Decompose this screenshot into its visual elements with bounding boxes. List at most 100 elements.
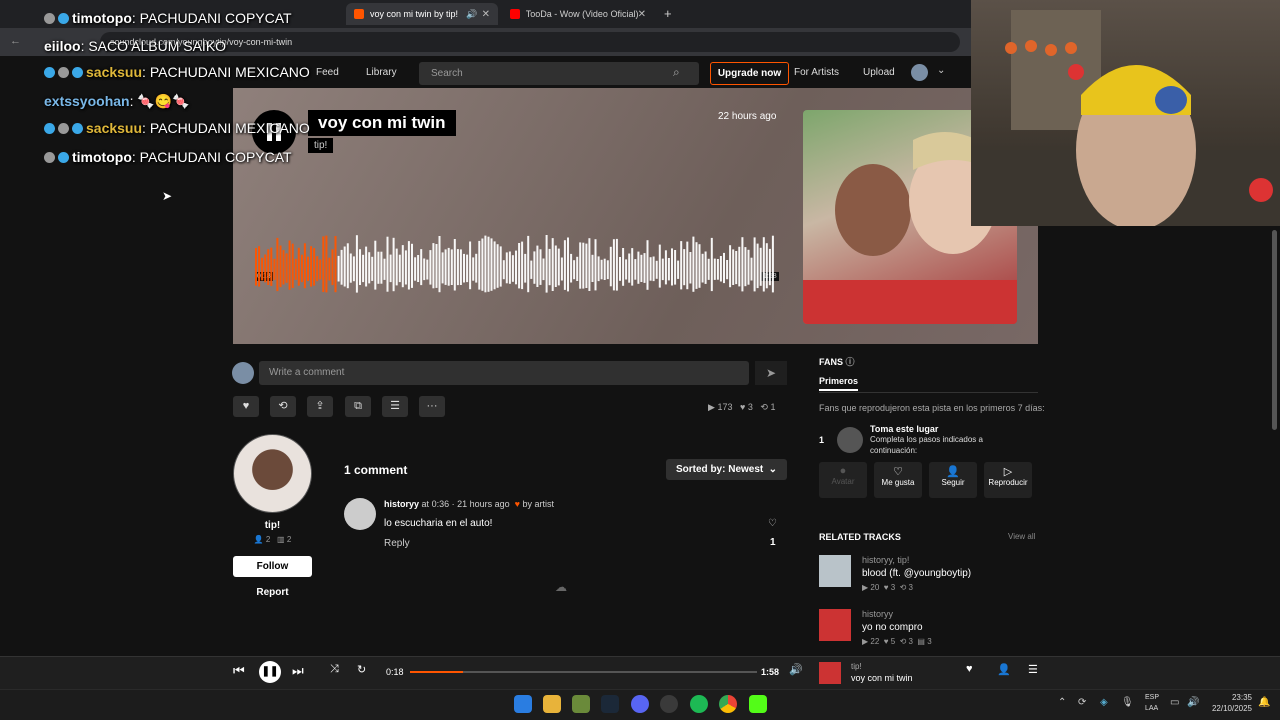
clock-time[interactable]: 23:35 <box>1220 693 1252 702</box>
waveform-bar <box>423 258 426 281</box>
chrome-icon[interactable] <box>719 695 737 713</box>
report-button[interactable]: Report <box>233 587 312 598</box>
track-artist-link[interactable]: tip! <box>308 138 334 153</box>
new-tab-button[interactable]: + <box>664 6 672 21</box>
player-artist[interactable]: tip! <box>851 662 862 671</box>
language-indicator-1[interactable]: ESP <box>1145 694 1159 701</box>
send-icon[interactable]: ➤ <box>755 361 787 385</box>
next-icon[interactable]: ⏭ <box>292 663 304 679</box>
page-scrollbar[interactable] <box>1272 230 1277 430</box>
close-tab-icon[interactable]: ✕ <box>638 9 646 20</box>
back-icon[interactable]: ← <box>10 35 21 47</box>
copy-link-button[interactable]: ⧉ <box>345 396 371 417</box>
badge-icon <box>44 152 55 163</box>
player-thumb[interactable] <box>819 662 841 684</box>
waveform-bar <box>716 259 719 280</box>
chevron-down-icon[interactable]: ⌄ <box>937 65 945 76</box>
language-indicator-2[interactable]: LAA <box>1145 705 1158 712</box>
player-like-icon[interactable]: ♥ <box>966 663 973 675</box>
clock-date[interactable]: 22/10/2025 <box>1205 704 1252 713</box>
queue-icon[interactable]: ☰ <box>1028 663 1038 676</box>
like-button[interactable]: ♥ <box>233 396 259 417</box>
reply-button[interactable]: Reply <box>384 538 410 549</box>
minecraft-icon[interactable] <box>572 695 590 713</box>
related-track-item[interactable]: historyy, tip! blood (ft. @youngboytip) … <box>819 555 1039 595</box>
view-all-link[interactable]: View all <box>1008 532 1035 541</box>
tab-youtube[interactable]: TooDa - Wow (Video Oficial) - Y ✕ <box>502 3 654 25</box>
tray-chevron-up-icon[interactable]: ⌃ <box>1058 697 1066 708</box>
close-tab-icon[interactable]: ✕ <box>482 9 490 20</box>
url-field[interactable]: soundcloud.com/youngboytip/voy-con-mi-tw… <box>100 32 960 52</box>
search-input[interactable]: Search <box>419 62 699 85</box>
more-button[interactable]: ··· <box>419 396 445 417</box>
tray-network-icon[interactable]: ▭ <box>1170 697 1179 708</box>
waveform-bar <box>548 248 551 286</box>
steam-icon[interactable] <box>601 695 619 713</box>
waveform-bar <box>664 250 667 285</box>
waveform-bar <box>603 258 606 280</box>
notification-bell-icon[interactable]: 🔔 <box>1258 697 1270 708</box>
tray-sync-icon[interactable]: ⟳ <box>1078 697 1086 708</box>
uploader-name[interactable]: tip! <box>233 520 312 531</box>
waveform-bar <box>527 235 530 293</box>
waveform-bar <box>591 254 594 282</box>
kick-icon[interactable] <box>749 695 767 713</box>
tray-mic-icon[interactable]: 🎙 <box>1121 697 1134 708</box>
waveform[interactable] <box>255 235 775 300</box>
waveform-bar <box>686 241 689 290</box>
player-title[interactable]: voy con mi twin <box>851 673 913 683</box>
file-explorer-icon[interactable] <box>543 695 561 713</box>
waveform-bar <box>368 252 371 284</box>
share-button[interactable]: ⇪ <box>307 396 333 417</box>
comment-input[interactable]: Write a comment <box>259 361 749 385</box>
previous-icon[interactable]: ⏮ <box>233 663 245 679</box>
uploader-counts: 👤 2 ▥ 2 <box>253 535 292 544</box>
related-track-item[interactable]: historyy yo no compro ▶ 22 ♥ 5 ⟲ 3 ▤ 3 <box>819 609 1039 649</box>
waveform-bar <box>524 253 527 283</box>
app-icon[interactable] <box>660 695 678 713</box>
fan-action-follow[interactable]: 👤 Seguir <box>929 462 977 498</box>
nav-for-artists[interactable]: For Artists <box>794 67 839 78</box>
player-follow-icon[interactable]: 👤 <box>997 663 1011 676</box>
repeat-icon[interactable]: ↻ <box>357 663 366 676</box>
nav-library[interactable]: Library <box>366 67 397 78</box>
comment-like-icon[interactable]: ♡ <box>768 518 777 529</box>
tray-shield-icon[interactable]: ◈ <box>1100 697 1108 708</box>
fan-action-play[interactable]: ▷ Reproducir <box>984 462 1032 498</box>
add-to-playlist-button[interactable]: ☰ <box>382 396 408 417</box>
pause-button[interactable]: ❚❚ <box>259 661 281 683</box>
nav-upload[interactable]: Upload <box>863 67 895 78</box>
upgrade-button[interactable]: Upgrade now <box>710 62 789 85</box>
commenter-avatar[interactable] <box>344 498 376 530</box>
waveform-bar <box>294 258 297 280</box>
fans-header: FANS ⓘ <box>819 357 855 367</box>
soundcloud-favicon-icon <box>354 9 364 19</box>
user-avatar[interactable] <box>911 64 928 81</box>
fan-action-like[interactable]: ♡ Me gusta <box>874 462 922 498</box>
search-icon[interactable]: ⌕ <box>673 65 680 80</box>
sort-dropdown[interactable]: Sorted by: Newest ⌄ <box>666 459 787 480</box>
waveform-bar <box>563 240 566 290</box>
waveform-bar <box>386 236 389 292</box>
waveform-bar <box>377 251 380 284</box>
waveform-bar <box>331 249 334 286</box>
waveform-bar <box>536 245 539 287</box>
tray-volume-icon[interactable]: 🔊 <box>1187 697 1199 708</box>
waveform-bar <box>640 254 643 282</box>
waveform-bar <box>747 249 750 285</box>
waveform-bar <box>557 248 560 286</box>
uploader-avatar[interactable] <box>233 434 312 513</box>
shuffle-icon[interactable]: ⤨ <box>330 663 339 676</box>
spotify-icon[interactable] <box>690 695 708 713</box>
follow-button[interactable]: Follow <box>233 556 312 577</box>
repost-button[interactable]: ⟲ <box>270 396 296 417</box>
tab-soundcloud[interactable]: voy con mi twin by tip! 🔊 ✕ <box>346 3 498 25</box>
discord-icon[interactable] <box>631 695 649 713</box>
waveform-bar <box>300 254 303 283</box>
nav-feed[interactable]: Feed <box>316 67 339 78</box>
waveform-bar <box>661 258 664 281</box>
info-icon[interactable]: ⓘ <box>846 357 855 367</box>
tab-primeros[interactable]: Primeros <box>819 376 859 391</box>
volume-icon[interactable]: 🔊 <box>789 663 803 676</box>
windows-start-icon[interactable] <box>514 695 532 713</box>
